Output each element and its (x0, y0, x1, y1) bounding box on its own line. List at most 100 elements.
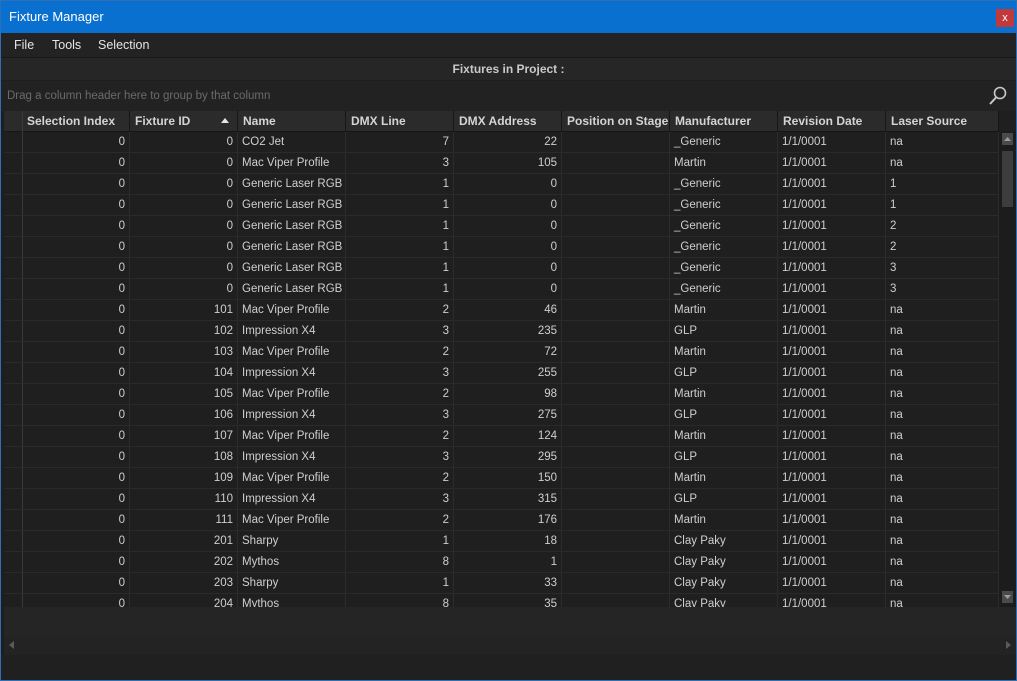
cell-dmx-address[interactable]: 22 (454, 132, 562, 152)
cell-selection-index[interactable]: 0 (22, 321, 130, 341)
cell-dmx-line[interactable]: 8 (346, 594, 454, 607)
close-button[interactable]: x (996, 9, 1014, 27)
cell-position-on-stage[interactable] (562, 468, 670, 488)
cell-manufacturer[interactable]: GLP (670, 405, 778, 425)
cell-selection-index[interactable]: 0 (22, 531, 130, 551)
cell-laser-source[interactable]: na (886, 153, 999, 173)
cell-revision-date[interactable]: 1/1/0001 (778, 216, 886, 236)
table-row[interactable]: 0 106 Impression X4 3 275 GLP 1/1/0001 na (4, 405, 999, 426)
cell-selection-index[interactable]: 0 (22, 447, 130, 467)
cell-name[interactable]: Mac Viper Profile (238, 300, 346, 320)
cell-name[interactable]: Impression X4 (238, 321, 346, 341)
table-row[interactable]: 0 108 Impression X4 3 295 GLP 1/1/0001 na (4, 447, 999, 468)
cell-fixture-id[interactable]: 202 (130, 552, 238, 572)
cell-dmx-address[interactable]: 0 (454, 174, 562, 194)
cell-revision-date[interactable]: 1/1/0001 (778, 321, 886, 341)
cell-dmx-address[interactable]: 176 (454, 510, 562, 530)
cell-revision-date[interactable]: 1/1/0001 (778, 363, 886, 383)
cell-dmx-address[interactable]: 1 (454, 552, 562, 572)
cell-dmx-line[interactable]: 1 (346, 174, 454, 194)
column-header-manufacturer[interactable]: Manufacturer (670, 111, 778, 131)
cell-dmx-address[interactable]: 0 (454, 237, 562, 257)
cell-fixture-id[interactable]: 109 (130, 468, 238, 488)
scroll-up-icon[interactable] (1002, 133, 1013, 145)
cell-dmx-address[interactable]: 295 (454, 447, 562, 467)
table-row[interactable]: 0 104 Impression X4 3 255 GLP 1/1/0001 na (4, 363, 999, 384)
cell-fixture-id[interactable]: 0 (130, 237, 238, 257)
cell-revision-date[interactable]: 1/1/0001 (778, 237, 886, 257)
cell-selection-index[interactable]: 0 (22, 510, 130, 530)
column-header-selection-index[interactable]: Selection Index (22, 111, 130, 131)
cell-name[interactable]: Sharpy (238, 573, 346, 593)
cell-selection-index[interactable]: 0 (22, 342, 130, 362)
cell-laser-source[interactable]: na (886, 510, 999, 530)
cell-fixture-id[interactable]: 0 (130, 195, 238, 215)
cell-name[interactable]: Generic Laser RGB ... (238, 279, 346, 299)
cell-name[interactable]: Generic Laser RGB ... (238, 174, 346, 194)
table-row[interactable]: 0 103 Mac Viper Profile 2 72 Martin 1/1/0001 na (4, 342, 999, 363)
cell-laser-source[interactable]: 2 (886, 216, 999, 236)
cell-manufacturer[interactable]: Clay Paky (670, 573, 778, 593)
cell-dmx-line[interactable]: 2 (346, 342, 454, 362)
table-row[interactable]: 0 107 Mac Viper Profile 2 124 Martin 1/1/0001 n… (4, 426, 999, 447)
cell-dmx-address[interactable]: 35 (454, 594, 562, 607)
cell-dmx-address[interactable]: 72 (454, 342, 562, 362)
cell-fixture-id[interactable]: 102 (130, 321, 238, 341)
cell-name[interactable]: Mythos (238, 552, 346, 572)
scroll-right-icon[interactable] (1006, 641, 1011, 649)
cell-fixture-id[interactable]: 101 (130, 300, 238, 320)
table-row[interactable]: 0 201 Sharpy 1 18 Clay Paky 1/1/0001 na (4, 531, 999, 552)
cell-manufacturer[interactable]: Martin (670, 426, 778, 446)
cell-dmx-address[interactable]: 0 (454, 258, 562, 278)
cell-position-on-stage[interactable] (562, 279, 670, 299)
cell-dmx-address[interactable]: 315 (454, 489, 562, 509)
cell-position-on-stage[interactable] (562, 384, 670, 404)
cell-revision-date[interactable]: 1/1/0001 (778, 594, 886, 607)
cell-dmx-line[interactable]: 1 (346, 237, 454, 257)
cell-fixture-id[interactable]: 204 (130, 594, 238, 607)
cell-revision-date[interactable]: 1/1/0001 (778, 195, 886, 215)
cell-position-on-stage[interactable] (562, 363, 670, 383)
cell-dmx-line[interactable]: 3 (346, 153, 454, 173)
column-header-dmx-line[interactable]: DMX Line (346, 111, 454, 131)
cell-name[interactable]: Impression X4 (238, 447, 346, 467)
cell-laser-source[interactable]: 2 (886, 237, 999, 257)
cell-name[interactable]: Generic Laser RGB ... (238, 195, 346, 215)
cell-selection-index[interactable]: 0 (22, 216, 130, 236)
cell-position-on-stage[interactable] (562, 174, 670, 194)
cell-name[interactable]: Impression X4 (238, 489, 346, 509)
horizontal-scrollbar[interactable] (4, 637, 1016, 655)
sort-ascending-icon[interactable] (221, 118, 229, 123)
cell-selection-index[interactable]: 0 (22, 195, 130, 215)
cell-position-on-stage[interactable] (562, 258, 670, 278)
cell-fixture-id[interactable]: 108 (130, 447, 238, 467)
cell-laser-source[interactable]: na (886, 321, 999, 341)
cell-fixture-id[interactable]: 0 (130, 132, 238, 152)
cell-fixture-id[interactable]: 0 (130, 174, 238, 194)
cell-manufacturer[interactable]: GLP (670, 447, 778, 467)
table-row[interactable]: 0 0 Generic Laser RGB ... 1 0 _Generic 1/1/000… (4, 195, 999, 216)
cell-selection-index[interactable]: 0 (22, 594, 130, 607)
cell-manufacturer[interactable]: _Generic (670, 279, 778, 299)
cell-manufacturer[interactable]: Martin (670, 342, 778, 362)
cell-dmx-address[interactable]: 275 (454, 405, 562, 425)
cell-position-on-stage[interactable] (562, 426, 670, 446)
cell-manufacturer[interactable]: _Generic (670, 195, 778, 215)
cell-selection-index[interactable]: 0 (22, 300, 130, 320)
table-row[interactable]: 0 0 Mac Viper Profile 3 105 Martin 1/1/0001 na (4, 153, 999, 174)
cell-selection-index[interactable]: 0 (22, 468, 130, 488)
scroll-left-icon[interactable] (9, 641, 14, 649)
table-row[interactable]: 0 0 CO2 Jet 7 22 _Generic 1/1/0001 na (4, 132, 999, 153)
cell-dmx-line[interactable]: 1 (346, 573, 454, 593)
column-header-revision-date[interactable]: Revision Date (778, 111, 886, 131)
cell-fixture-id[interactable]: 0 (130, 258, 238, 278)
cell-position-on-stage[interactable] (562, 447, 670, 467)
cell-laser-source[interactable]: na (886, 132, 999, 152)
cell-laser-source[interactable]: na (886, 363, 999, 383)
cell-laser-source[interactable]: na (886, 426, 999, 446)
table-row[interactable]: 0 0 Generic Laser RGB ... 1 0 _Generic 1/1/000… (4, 216, 999, 237)
table-row[interactable]: 0 204 Mythos 8 35 Clay Paky 1/1/0001 na (4, 594, 999, 607)
cell-selection-index[interactable]: 0 (22, 237, 130, 257)
cell-revision-date[interactable]: 1/1/0001 (778, 552, 886, 572)
cell-laser-source[interactable]: na (886, 384, 999, 404)
